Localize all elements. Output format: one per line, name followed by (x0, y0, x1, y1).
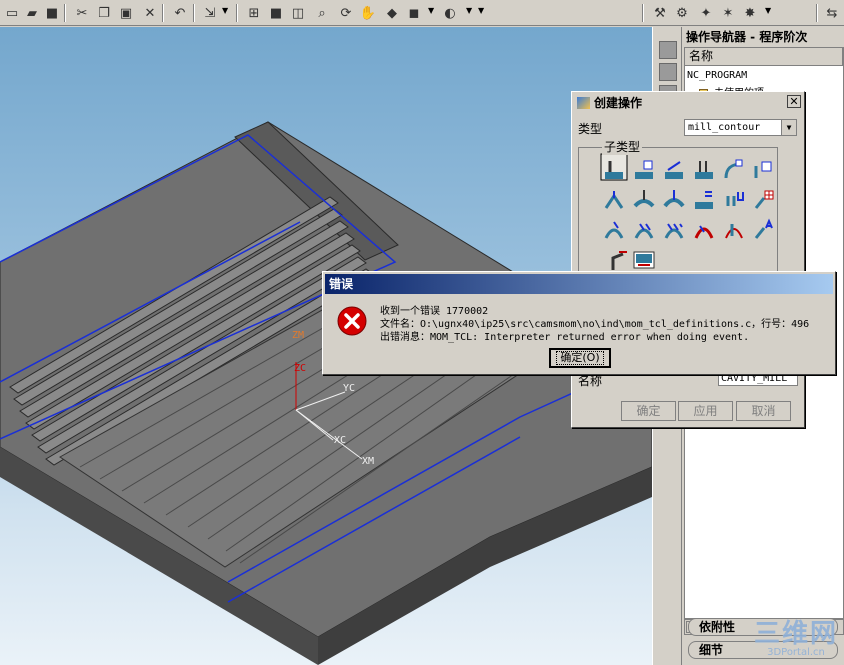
zlevel-profile-icon[interactable] (722, 158, 746, 182)
type-label: 类型 (578, 122, 603, 136)
paste-icon[interactable]: ▣ (116, 3, 136, 23)
tree-item-nc-program[interactable]: NC_PROGRAM (687, 70, 747, 81)
new-file-icon[interactable]: ▭ (2, 3, 22, 23)
create-method-icon[interactable]: ✶ (718, 3, 738, 23)
create-tool-icon[interactable]: ⚙ (672, 3, 692, 23)
navigator-title: 操作导航器 - 程序阶次 (686, 30, 808, 44)
plunge-mill-icon[interactable] (632, 158, 656, 182)
nx-logo-icon (577, 97, 590, 109)
create-operation-icon[interactable]: ✸ (740, 3, 760, 23)
type-select-value: mill_contour (688, 122, 761, 133)
contour-text-icon[interactable] (722, 188, 746, 212)
cancel-button[interactable]: 取消 (736, 401, 791, 421)
navigator-toggle-icon[interactable]: ⇆ (822, 3, 842, 23)
view-orient-dropdown-icon[interactable]: ▼ (466, 6, 472, 15)
axis-label-xm: XM (362, 456, 375, 467)
shaded-cube-icon[interactable]: ◼ (404, 3, 424, 23)
cut-icon[interactable]: ✂ (72, 3, 92, 23)
zoom-region-icon[interactable]: ◫ (288, 3, 308, 23)
zoom-icon[interactable]: ⌕ (312, 3, 332, 23)
main-toolbar: ▭ ▰ ■ ✂ ❐ ▣ ✕ ↶ ⇲ ▼ ⊞ ■ ◫ ⌕ ⟳ ✋ ◆ ◼ ▼ ◐ … (0, 0, 844, 26)
toolbar-separator (64, 4, 66, 22)
planar-text-icon[interactable] (607, 248, 631, 272)
zoom-window-icon[interactable]: ■ (266, 3, 286, 23)
error-ok-button[interactable]: 确定(O) (549, 348, 611, 368)
toolbar-separator (642, 4, 644, 22)
create-operation-dialog: 创建操作 ✕ 类型 mill_contour ▼ 子类型 名称 CAVITY_M… (571, 91, 805, 428)
navigator-tab-icon[interactable] (659, 41, 677, 59)
chevron-down-icon[interactable]: ▼ (781, 120, 796, 135)
toolbar-separator (816, 4, 818, 22)
flowcut-ref-tool-2-icon[interactable] (722, 218, 746, 242)
type-select[interactable]: mill_contour ▼ (684, 119, 797, 136)
fit-view-icon[interactable]: ⊞ (244, 3, 264, 23)
mill-user-icon[interactable] (632, 248, 656, 272)
contour-surface-area-icon[interactable] (662, 188, 686, 212)
flowcut-grid-icon[interactable] (752, 188, 776, 212)
render-style-icon[interactable]: ◆ (382, 3, 402, 23)
copy-icon[interactable]: ❐ (94, 3, 114, 23)
error-message-text: 出错消息：MOM_TCL: Interpreter returned error… (380, 332, 750, 343)
axis-label-yc: YC (343, 383, 356, 394)
dialog-title-bar[interactable]: 创建操作 (574, 94, 802, 112)
undo-icon[interactable]: ↶ (170, 3, 190, 23)
render-dropdown-icon[interactable]: ▼ (428, 6, 434, 15)
create-dropdown-icon[interactable]: ▼ (765, 6, 771, 15)
select-filter-icon[interactable]: ⇲ (200, 3, 220, 23)
select-filter-dropdown-icon[interactable]: ▼ (222, 6, 228, 15)
rotate-icon[interactable]: ⟳ (336, 3, 356, 23)
open-folder-icon[interactable]: ▰ (22, 3, 42, 23)
subtype-label: 子类型 (602, 138, 643, 155)
ok-button[interactable]: 确定 (621, 401, 676, 421)
axis-label-zm: ZM (292, 330, 305, 341)
save-icon[interactable]: ■ (42, 3, 62, 23)
cavity-mill-icon[interactable] (602, 158, 626, 182)
corner-rough-icon[interactable] (662, 158, 686, 182)
flowcut-single-icon[interactable] (602, 218, 626, 242)
delete-icon[interactable]: ✕ (140, 3, 160, 23)
create-program-icon[interactable]: ⚒ (650, 3, 670, 23)
toolbar-separator (162, 4, 164, 22)
profile-3d-icon[interactable] (752, 218, 776, 242)
error-title-bar[interactable]: 错误 (325, 274, 833, 294)
column-header-name[interactable]: 名称 (685, 48, 843, 66)
pan-icon[interactable]: ✋ (358, 3, 378, 23)
flowcut-smooth-icon[interactable] (692, 218, 716, 242)
watermark-logo-text: 三维网 (753, 619, 838, 649)
rest-milling-icon[interactable] (692, 158, 716, 182)
close-icon[interactable]: ✕ (787, 95, 801, 108)
error-ok-label: 确定(O) (556, 351, 604, 365)
toolbar-more-icon[interactable]: ▼ (478, 6, 484, 15)
apply-button[interactable]: 应用 (678, 401, 733, 421)
fixed-contour-icon[interactable] (602, 188, 626, 212)
view-orient-icon[interactable]: ◐ (440, 3, 460, 23)
create-geometry-icon[interactable]: ✦ (696, 3, 716, 23)
site-watermark: 三维网 3DPortal.cn (754, 621, 838, 659)
dialog-title: 创建操作 (594, 96, 643, 110)
axis-label-xc: XC (334, 435, 347, 446)
streamline-icon[interactable] (692, 188, 716, 212)
error-dialog: 错误 收到一个错误 1770002 文件名：O:\ugnx40\ip25\src… (322, 271, 836, 375)
toolbar-separator (193, 4, 195, 22)
error-icon (337, 306, 367, 336)
zlevel-corner-icon[interactable] (752, 158, 776, 182)
flowcut-ref-tool-icon[interactable] (662, 218, 686, 242)
flowcut-multiple-icon[interactable] (632, 218, 656, 242)
contour-area-icon[interactable] (632, 188, 656, 212)
machine-tab-icon[interactable] (659, 63, 677, 81)
axis-label-zc: ZC (294, 363, 307, 374)
toolbar-separator (236, 4, 238, 22)
